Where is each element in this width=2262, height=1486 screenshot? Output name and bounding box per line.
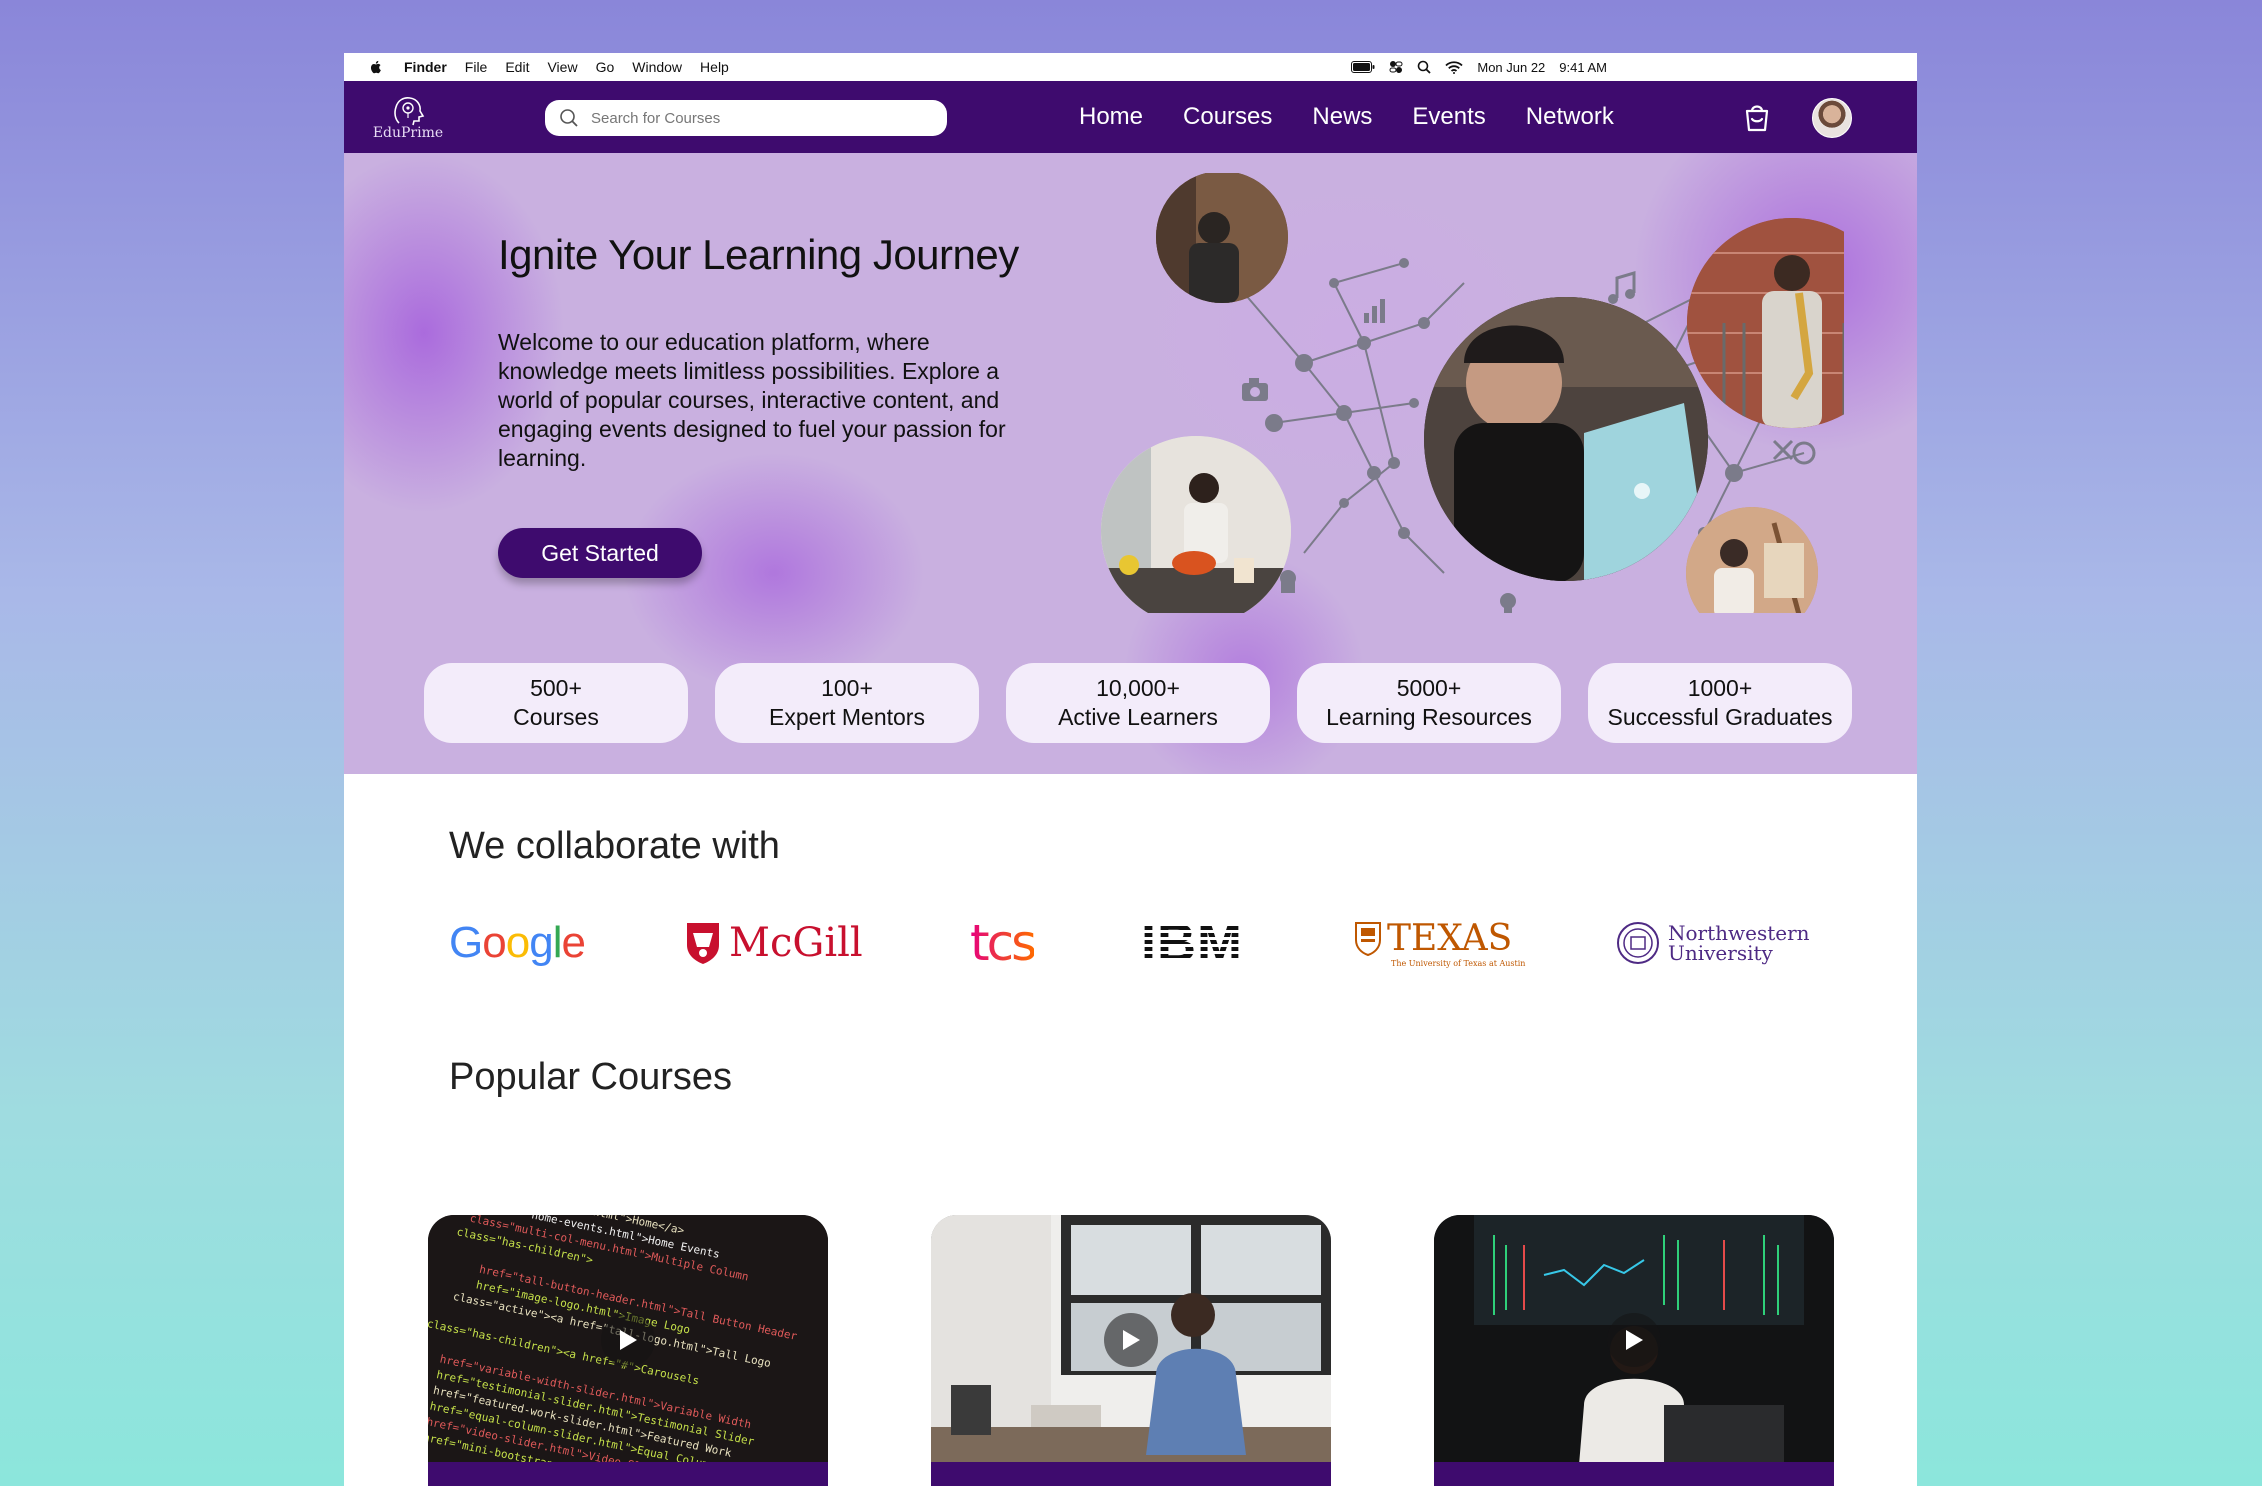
status-area: Mon Jun 22 9:41 AM	[1351, 53, 1607, 81]
collaborate-heading: We collaborate with	[449, 825, 780, 867]
partner-texas[interactable]: TEXAS The University of Texas at Austin	[1355, 913, 1525, 973]
photo-painter	[1686, 507, 1818, 613]
stat-value: 100+	[821, 675, 873, 701]
menu-file[interactable]: File	[465, 59, 488, 75]
northwestern-line1: Northwestern	[1668, 921, 1810, 945]
stat-graduates: 1000+ Successful Graduates	[1588, 663, 1852, 743]
logo-text: EduPrime	[372, 125, 444, 141]
course-card-trading[interactable]	[1434, 1215, 1834, 1486]
stat-label: Learning Resources	[1326, 704, 1532, 730]
course-card-footer	[1434, 1462, 1834, 1486]
search-input[interactable]	[589, 108, 923, 128]
texas-subtitle: The University of Texas at Austin	[1391, 959, 1526, 968]
main-nav: Home Courses News Events Network	[1079, 81, 1614, 153]
photo-photographer	[1156, 173, 1288, 303]
stat-label: Successful Graduates	[1607, 704, 1833, 730]
spotlight-search-icon[interactable]	[1417, 60, 1431, 74]
stat-value: 10,000+	[1096, 675, 1180, 701]
stat-learners: 10,000+ Active Learners	[1006, 663, 1270, 743]
tcs-logo: tcs	[970, 914, 1037, 972]
course-card-coding[interactable]: href="index.html">Home</a> href="home-ev…	[428, 1215, 828, 1486]
stat-mentors: 100+ Expert Mentors	[715, 663, 979, 743]
stat-value: 500+	[530, 675, 582, 701]
user-avatar[interactable]	[1812, 98, 1852, 138]
photo-cooking	[1101, 436, 1291, 613]
app-window: Finder File Edit View Go Window Help Mon…	[344, 53, 1917, 1486]
play-icon	[1626, 1330, 1643, 1350]
menubar-date: Mon Jun 22	[1477, 59, 1546, 75]
lightbulb-icon	[1500, 593, 1516, 613]
menu-edit[interactable]: Edit	[505, 59, 529, 75]
hero-title: Ignite Your Learning Journey	[498, 231, 1019, 278]
hero-description: Welcome to our education platform, where…	[498, 329, 1006, 471]
play-icon	[1123, 1330, 1140, 1350]
ibm-logo: IBM	[1141, 913, 1243, 973]
texas-wordmark: TEXAS	[1387, 918, 1513, 959]
menu-go[interactable]: Go	[596, 59, 615, 75]
northwestern-seal-icon	[1617, 922, 1659, 964]
menu-finder[interactable]: Finder	[404, 59, 447, 75]
mcgill-wordmark: McGill	[729, 920, 863, 966]
menu-window[interactable]: Window	[632, 59, 682, 75]
course-card-office[interactable]	[931, 1215, 1331, 1486]
battery-icon[interactable]	[1351, 61, 1375, 73]
wifi-icon[interactable]	[1445, 60, 1463, 74]
partner-tcs[interactable]: tcs	[970, 913, 1037, 973]
course-card-footer	[428, 1462, 828, 1486]
google-logo: Google	[449, 918, 586, 967]
texas-shield-icon	[1355, 921, 1381, 956]
menu-help[interactable]: Help	[700, 59, 729, 75]
play-button[interactable]	[601, 1313, 655, 1367]
learning-network-illustration	[1101, 173, 1844, 613]
photo-saxophonist	[1687, 218, 1844, 428]
play-button[interactable]	[1607, 1313, 1661, 1367]
control-center-icon[interactable]	[1389, 60, 1403, 74]
partner-logos: Google McGill tcs IBM TEXAS The Universi…	[449, 913, 1869, 973]
stat-label: Expert Mentors	[769, 704, 925, 730]
northwestern-line2: University	[1668, 941, 1773, 965]
system-menu-bar: Finder File Edit View Go Window Help Mon…	[344, 53, 1917, 81]
tools-icon	[1772, 439, 1794, 461]
photo-laptop-student	[1424, 297, 1708, 581]
course-search-bar[interactable]	[545, 100, 947, 136]
partner-northwestern[interactable]: Northwestern University	[1616, 913, 1810, 973]
menubar-time: 9:41 AM	[1559, 59, 1607, 75]
bar-chart-icon	[1364, 299, 1385, 323]
partner-google[interactable]: Google	[449, 913, 586, 973]
nav-link-events[interactable]: Events	[1412, 103, 1485, 131]
nav-link-news[interactable]: News	[1312, 103, 1372, 131]
popular-courses-heading: Popular Courses	[449, 1056, 733, 1098]
stat-courses: 500+ Courses	[424, 663, 688, 743]
logo-head-icon	[394, 97, 425, 126]
nav-link-network[interactable]: Network	[1526, 103, 1614, 131]
stat-resources: 5000+ Learning Resources	[1297, 663, 1561, 743]
partner-ibm[interactable]: IBM	[1141, 913, 1243, 973]
course-card-footer	[931, 1462, 1331, 1486]
stats-row: 500+ Courses 100+ Expert Mentors 10,000+…	[424, 663, 1852, 743]
chef-hat-icon	[1280, 570, 1296, 593]
stat-label: Active Learners	[1058, 704, 1218, 730]
eduprime-logo[interactable]: EduPrime	[368, 93, 448, 143]
stat-value: 1000+	[1687, 675, 1753, 701]
music-note-icon	[1608, 270, 1636, 304]
shopping-bag-icon[interactable]	[1742, 101, 1772, 133]
mcgill-crest-icon	[687, 923, 719, 964]
nav-link-home[interactable]: Home	[1079, 103, 1143, 131]
search-icon	[560, 109, 578, 127]
play-button[interactable]	[1104, 1313, 1158, 1367]
camera-icon	[1242, 378, 1268, 401]
menu-view[interactable]: View	[547, 59, 577, 75]
stat-value: 5000+	[1396, 675, 1462, 701]
play-icon	[620, 1330, 637, 1350]
hero-section: Ignite Your Learning Journey Welcome to …	[344, 153, 1917, 774]
get-started-button[interactable]: Get Started	[498, 528, 702, 578]
site-navbar: EduPrime Home Courses News Events Networ…	[344, 81, 1917, 153]
partner-mcgill[interactable]: McGill	[685, 913, 863, 973]
apple-icon[interactable]	[368, 59, 384, 75]
nav-link-courses[interactable]: Courses	[1183, 103, 1272, 131]
stat-label: Courses	[513, 704, 599, 730]
